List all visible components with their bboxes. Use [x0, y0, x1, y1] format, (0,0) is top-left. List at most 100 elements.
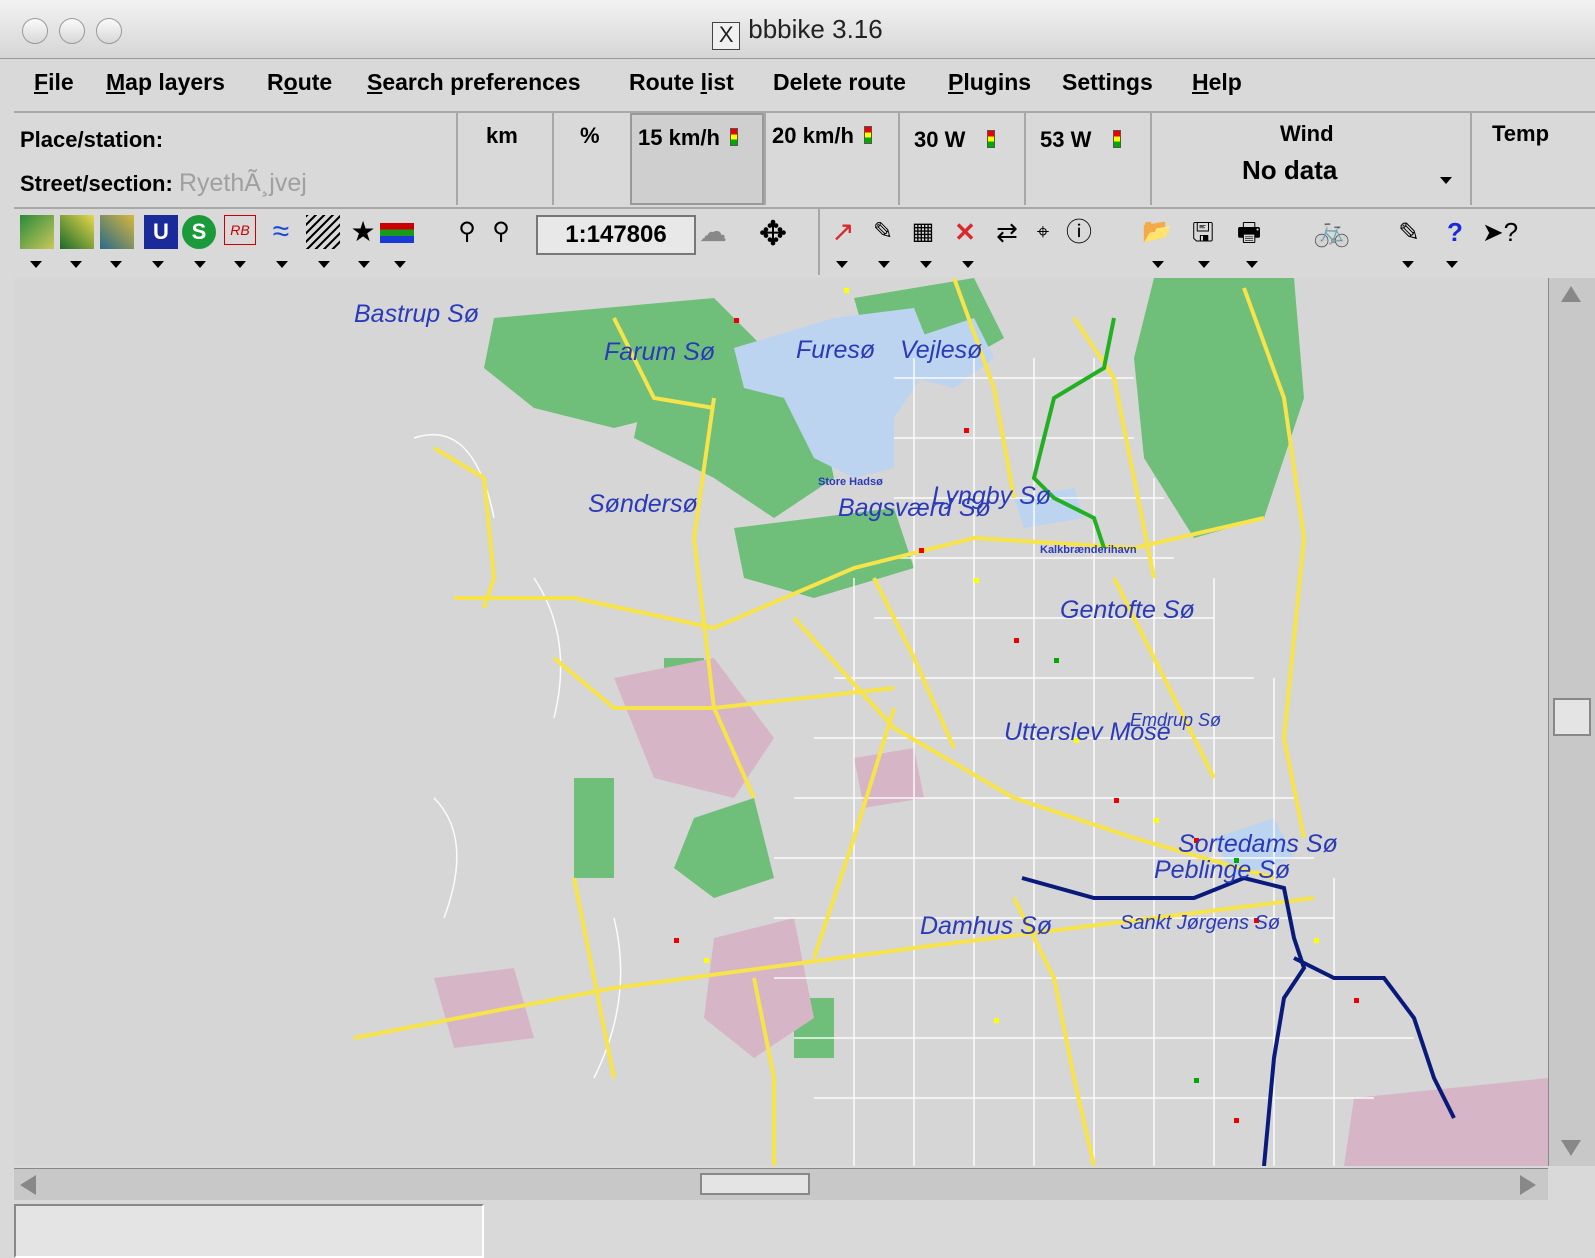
- areas-layer-icon[interactable]: [306, 215, 340, 249]
- vertical-scroll-thumb[interactable]: [1553, 698, 1591, 736]
- water-layer-icon[interactable]: ≈: [264, 215, 298, 249]
- chevron-down-icon[interactable]: [878, 261, 890, 268]
- power1-cell[interactable]: 30 W: [898, 113, 1024, 205]
- pan-move-icon[interactable]: ✥: [756, 217, 790, 251]
- street-section-value: RyethÃ¸jvej: [178, 169, 307, 197]
- vertical-scrollbar[interactable]: [1548, 278, 1595, 1166]
- chevron-down-icon[interactable]: [318, 261, 330, 268]
- speed2-label: 20 km/h: [772, 123, 872, 149]
- info-icon[interactable]: ⓘ: [1062, 215, 1096, 249]
- menu-delete-route[interactable]: Delete route: [773, 69, 906, 96]
- map-canvas[interactable]: Bastrup Sø Farum Sø Furesø Vejlesø Sønde…: [14, 278, 1548, 1166]
- menu-map-layers[interactable]: Map layers: [106, 69, 225, 96]
- chevron-down-icon[interactable]: [1246, 261, 1258, 268]
- chevron-down-icon[interactable]: [1402, 261, 1414, 268]
- scroll-right-arrow-icon[interactable]: [1520, 1175, 1536, 1195]
- wind-label: Wind: [1280, 121, 1334, 146]
- chevron-down-icon[interactable]: [110, 261, 122, 268]
- cycleways-layer-icon[interactable]: [60, 215, 94, 249]
- wind-dropdown-icon[interactable]: [1440, 177, 1452, 184]
- swap-direction-icon[interactable]: ⇄: [990, 215, 1024, 249]
- scroll-down-arrow-icon[interactable]: [1561, 1140, 1581, 1156]
- chevron-down-icon[interactable]: [1198, 261, 1210, 268]
- sbahn-layer-icon[interactable]: S: [182, 215, 216, 249]
- menu-help[interactable]: Help: [1192, 69, 1242, 96]
- chevron-down-icon[interactable]: [358, 261, 370, 268]
- chevron-down-icon[interactable]: [394, 261, 406, 268]
- map-drawing: [353, 278, 1548, 1166]
- layers-icon[interactable]: [380, 223, 414, 243]
- delete-route-icon[interactable]: ✕: [948, 215, 982, 249]
- wind-cell: Wind No data: [1150, 113, 1470, 205]
- menu-route[interactable]: Route: [267, 69, 332, 96]
- route-icon[interactable]: ↗: [826, 215, 860, 249]
- map-overview-icon[interactable]: ☁: [696, 215, 730, 249]
- chevron-down-icon[interactable]: [194, 261, 206, 268]
- list-icon[interactable]: ▦: [906, 215, 940, 249]
- map-label: Store Hadsø: [818, 476, 883, 488]
- chevron-down-icon[interactable]: [1446, 261, 1458, 268]
- map-label: Furesø: [796, 336, 876, 364]
- streets-layer-icon[interactable]: [20, 215, 54, 249]
- chevron-down-icon[interactable]: [962, 261, 974, 268]
- menu-plugins[interactable]: Plugins: [948, 69, 1031, 96]
- map-label: Kalkbrænderihavn: [1040, 544, 1137, 556]
- percent-cell: %: [552, 113, 630, 205]
- toolbar: U S RB ≈ ★ ⚲ ⚲ 1:147806 ☁ ✥ ↗ ✎ ▦ ✕ ⇄ ⌖ …: [14, 207, 1595, 277]
- window-title: Xbbbike 3.16: [0, 14, 1595, 50]
- speed2-cell[interactable]: 20 km/h: [764, 113, 898, 205]
- chevron-down-icon[interactable]: [836, 261, 848, 268]
- wind-value: No data: [1242, 155, 1338, 185]
- km-label: km: [486, 123, 518, 148]
- scroll-left-arrow-icon[interactable]: [20, 1175, 36, 1195]
- power2-label: 53 W: [1040, 127, 1122, 153]
- print-icon[interactable]: 🖶: [1232, 215, 1266, 249]
- menu-route-list[interactable]: Route list: [629, 69, 734, 96]
- places-layer-icon[interactable]: [100, 215, 134, 249]
- title-bar: Xbbbike 3.16: [0, 0, 1595, 59]
- traffic-light-icon: [729, 128, 738, 146]
- horizontal-scrollbar[interactable]: [14, 1168, 1548, 1200]
- save-icon[interactable]: 🖫: [1186, 215, 1220, 249]
- chevron-down-icon[interactable]: [276, 261, 288, 268]
- map-label: Sankt Jørgens Sø: [1120, 912, 1281, 934]
- zoom-out-icon[interactable]: ⚲: [484, 215, 518, 249]
- menu-search-preferences[interactable]: Search preferences: [367, 69, 581, 96]
- traffic-light-icon: [1113, 130, 1122, 148]
- scale-display[interactable]: 1:147806: [536, 215, 696, 255]
- traffic-light-icon: [987, 130, 996, 148]
- speed1-cell[interactable]: 15 km/h: [630, 113, 764, 205]
- place-station-label: Place/station:: [20, 127, 164, 152]
- bicycle-icon[interactable]: 🚲: [1302, 215, 1362, 249]
- coordinates-icon[interactable]: ⌖: [1026, 215, 1060, 249]
- menu-settings[interactable]: Settings: [1062, 69, 1153, 96]
- menu-file[interactable]: File: [34, 69, 74, 96]
- help-icon[interactable]: ?: [1438, 215, 1472, 249]
- info-bar: Place/station: Street/section: RyethÃ¸jv…: [14, 113, 1595, 207]
- map-label: Bastrup Sø: [354, 300, 480, 328]
- open-folder-icon[interactable]: 📂: [1140, 215, 1174, 249]
- power2-cell[interactable]: 53 W: [1024, 113, 1150, 205]
- preferences-tools-icon[interactable]: ✎: [1392, 215, 1426, 249]
- horizontal-scroll-thumb[interactable]: [700, 1173, 810, 1195]
- map-label: Gentofte Sø: [1060, 596, 1195, 624]
- zoom-in-icon[interactable]: ⚲: [450, 215, 484, 249]
- context-help-pointer-icon[interactable]: ➤?: [1478, 215, 1522, 249]
- ubahn-layer-icon[interactable]: U: [144, 215, 178, 249]
- chevron-down-icon[interactable]: [1152, 261, 1164, 268]
- chevron-down-icon[interactable]: [920, 261, 932, 268]
- regional-train-layer-icon[interactable]: RB: [224, 215, 256, 245]
- status-bar: [14, 1204, 484, 1258]
- chevron-down-icon[interactable]: [30, 261, 42, 268]
- temp-cell: Temp: [1470, 113, 1595, 205]
- window-title-text: bbbike 3.16: [748, 14, 883, 44]
- search-route-icon[interactable]: ✎: [866, 215, 900, 249]
- km-cell: km: [456, 113, 552, 205]
- street-section-label: Street/section: RyethÃ¸jvej: [20, 169, 307, 197]
- chevron-down-icon[interactable]: [152, 261, 164, 268]
- star-icon[interactable]: ★: [346, 215, 380, 249]
- scroll-up-arrow-icon[interactable]: [1561, 286, 1581, 302]
- map-label: Peblinge Sø: [1154, 856, 1291, 884]
- chevron-down-icon[interactable]: [234, 261, 246, 268]
- chevron-down-icon[interactable]: [70, 261, 82, 268]
